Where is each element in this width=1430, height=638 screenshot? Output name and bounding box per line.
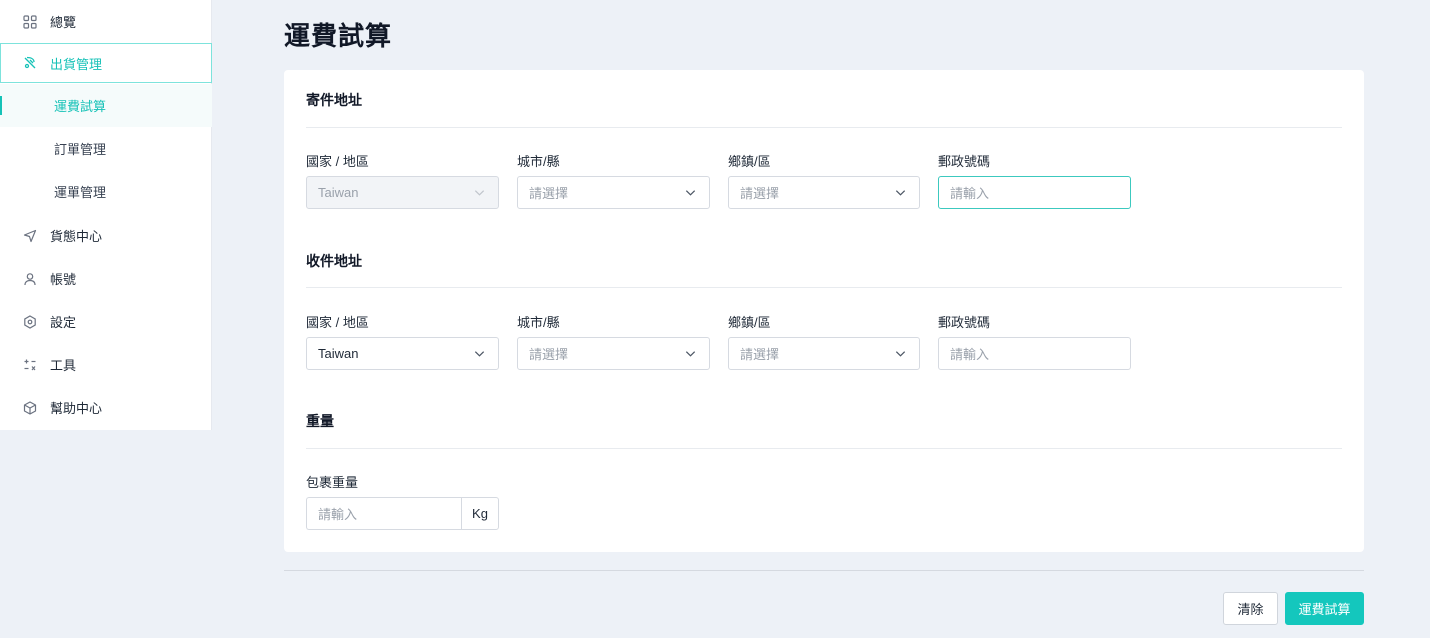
sender-city-placeholder: 請選擇 — [529, 186, 569, 201]
sender-country-label: 國家 / 地區 — [306, 154, 369, 169]
receiver-city-placeholder: 請選擇 — [529, 347, 569, 362]
chevron-down-icon — [895, 351, 906, 357]
tools-icon — [22, 357, 38, 373]
receiver-district-placeholder: 請選擇 — [740, 347, 780, 362]
freight-calculator-card: 寄件地址 國家 / 地區 Taiwan 城市/縣 請選擇 鄉鎮/區 請選擇 郵政… — [284, 70, 1364, 552]
sidebar-item-label: 幫助中心 — [50, 401, 103, 416]
sender-district-label: 鄉鎮/區 — [728, 154, 771, 169]
sidebar-item-label: 總覽 — [50, 15, 77, 30]
receiver-zip-input[interactable]: 請輸入 — [938, 337, 1131, 370]
receiver-country-value: Taiwan — [318, 346, 359, 361]
package-weight-label: 包裹重量 — [306, 475, 359, 490]
sidebar-subitem-label: 運費試算 — [54, 99, 107, 114]
sender-zip-input[interactable]: 請輸入 — [938, 176, 1131, 209]
grid-icon — [22, 14, 38, 30]
weight-section-title: 重量 — [306, 413, 334, 429]
sender-country-select: Taiwan — [306, 176, 499, 209]
sender-zip-placeholder: 請輸入 — [950, 186, 990, 201]
sidebar-item-settings[interactable]: 設定 — [0, 300, 212, 343]
chevron-down-icon — [895, 190, 906, 196]
receiver-district-select[interactable]: 請選擇 — [728, 337, 920, 370]
receiver-country-select[interactable]: Taiwan — [306, 337, 499, 370]
sender-city-select[interactable]: 請選擇 — [517, 176, 710, 209]
divider — [306, 287, 1342, 288]
footer-divider — [284, 570, 1364, 571]
sidebar-item-label: 出貨管理 — [50, 56, 103, 72]
chevron-down-icon — [685, 190, 696, 196]
sender-district-select[interactable]: 請選擇 — [728, 176, 920, 209]
sidebar-item-label: 設定 — [50, 315, 77, 330]
user-icon — [22, 271, 38, 287]
weight-unit-addon: Kg — [461, 497, 499, 530]
sidebar-item-tracking[interactable]: 貨態中心 — [0, 214, 212, 257]
package-icon — [22, 400, 38, 416]
sender-zip-label: 郵政號碼 — [938, 154, 991, 169]
calculate-freight-button[interactable]: 運費試算 — [1285, 592, 1364, 625]
receiver-zip-label: 郵政號碼 — [938, 315, 991, 330]
receiver-zip-placeholder: 請輸入 — [950, 347, 990, 362]
sidebar: 總覽 出貨管理 運費試算 訂單管理 運單管理 貨態中心 帳號 設定 工具 幫助中… — [0, 0, 212, 430]
sidebar-item-label: 貨態中心 — [50, 229, 103, 244]
sender-country-value: Taiwan — [318, 185, 359, 200]
page-title: 運費試算 — [284, 21, 393, 51]
sidebar-item-label: 工具 — [50, 358, 77, 373]
sidebar-subitem-label: 訂單管理 — [54, 142, 107, 157]
package-weight-group: 請輸入 Kg — [306, 497, 499, 530]
receiver-city-label: 城市/縣 — [517, 315, 560, 330]
sender-district-placeholder: 請選擇 — [740, 186, 780, 201]
shipping-icon — [22, 55, 38, 71]
chevron-down-icon — [685, 351, 696, 357]
sidebar-item-account[interactable]: 帳號 — [0, 257, 212, 300]
receiver-section-title: 收件地址 — [306, 253, 362, 269]
sidebar-subitem-label: 運單管理 — [54, 185, 107, 200]
sender-city-label: 城市/縣 — [517, 154, 560, 169]
sidebar-item-overview[interactable]: 總覽 — [0, 0, 212, 43]
package-weight-input[interactable]: 請輸入 — [306, 497, 461, 530]
receiver-city-select[interactable]: 請選擇 — [517, 337, 710, 370]
sidebar-subitem-waybills[interactable]: 運單管理 — [0, 170, 212, 213]
sidebar-subitem-orders[interactable]: 訂單管理 — [0, 127, 212, 170]
clear-button[interactable]: 清除 — [1223, 592, 1278, 625]
sidebar-item-help[interactable]: 幫助中心 — [0, 386, 212, 429]
divider — [306, 127, 1342, 128]
sidebar-item-tools[interactable]: 工具 — [0, 343, 212, 386]
package-weight-placeholder: 請輸入 — [318, 507, 358, 522]
sidebar-subitem-freight-calc[interactable]: 運費試算 — [0, 84, 212, 127]
chevron-down-icon — [474, 190, 485, 196]
navigation-arrow-icon — [22, 228, 38, 244]
sender-section-title: 寄件地址 — [306, 92, 362, 108]
receiver-country-label: 國家 / 地區 — [306, 315, 369, 330]
receiver-district-label: 鄉鎮/區 — [728, 315, 771, 330]
chevron-down-icon — [474, 351, 485, 357]
sidebar-item-label: 帳號 — [50, 272, 77, 287]
sidebar-item-shipping[interactable]: 出貨管理 — [0, 43, 212, 83]
divider — [306, 448, 1342, 449]
settings-hexagon-icon — [22, 314, 38, 330]
